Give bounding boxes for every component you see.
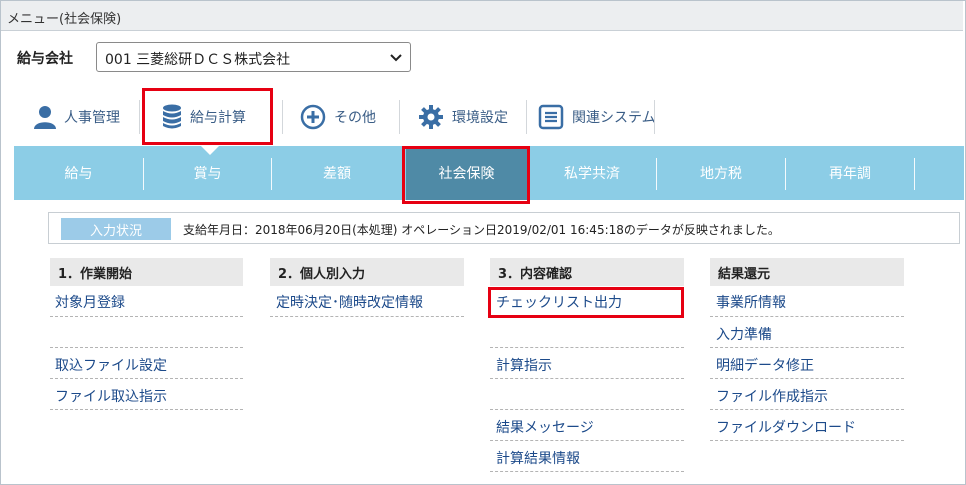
tab-label: 再年調 — [829, 166, 871, 182]
divider — [490, 471, 684, 472]
chevron-down-icon — [390, 54, 402, 62]
plus-circle-icon — [300, 104, 326, 130]
link-target-month-registration[interactable]: 対象月登録 — [55, 292, 125, 312]
tab-social-insurance[interactable]: 社会保険 — [406, 146, 527, 200]
tab-label: 社会保険 — [438, 166, 495, 182]
menu-item-label: 人事管理 — [64, 110, 120, 126]
window-title: メニュー(社会保険) — [7, 12, 122, 27]
divider — [50, 409, 243, 410]
status-message: 支給年月日：2018年06月20日(本処理) オペレーション日2019/02/0… — [183, 223, 780, 237]
menu-item-label: 給与計算 — [190, 110, 246, 126]
tab-local-tax[interactable]: 地方税 — [657, 146, 785, 200]
tab-private-school-mutual-aid[interactable]: 私学共済 — [528, 146, 656, 200]
menu-divider — [399, 100, 400, 134]
menu-pointer-notch — [201, 146, 219, 155]
tab-salary[interactable]: 給与 — [14, 146, 143, 200]
divider — [490, 409, 684, 410]
menu-divider — [282, 100, 283, 134]
divider — [50, 378, 243, 379]
status-badge: 入力状況 — [61, 218, 171, 240]
company-label: 給与会社 — [17, 51, 73, 67]
tab-label: 給与 — [64, 166, 93, 182]
divider — [270, 316, 464, 317]
link-calculation-result-info[interactable]: 計算結果情報 — [496, 448, 580, 468]
tab-label: 差額 — [323, 166, 351, 182]
tab-label: 賞与 — [193, 166, 222, 182]
column-header-content-check: 3．内容確認 — [490, 258, 684, 286]
link-file-import-instruction[interactable]: ファイル取込指示 — [55, 386, 167, 406]
divider — [50, 347, 243, 348]
column-header-work-start: 1．作業開始 — [50, 258, 243, 286]
divider — [710, 316, 904, 317]
divider — [50, 316, 243, 317]
link-calculation-instruction[interactable]: 計算指示 — [496, 355, 552, 375]
link-checklist-output[interactable]: チェックリスト出力 — [496, 292, 622, 312]
database-icon — [163, 104, 181, 129]
tab-label: 地方税 — [700, 166, 742, 182]
company-select-value: 001 三菱総研ＤＣＳ株式会社 — [105, 52, 291, 68]
tab-bar: 給与 賞与 差額 社会保険 私学共済 地方税 再年調 — [14, 146, 964, 200]
divider — [490, 347, 684, 348]
link-input-preparation[interactable]: 入力準備 — [716, 324, 772, 344]
menu-item-label: その他 — [334, 110, 376, 126]
tab-difference[interactable]: 差額 — [272, 146, 402, 200]
menu-item-settings[interactable]: 環境設定 — [418, 88, 508, 146]
menu-item-label: 関連システム — [572, 110, 656, 126]
link-result-message[interactable]: 結果メッセージ — [496, 417, 594, 437]
menu-item-other[interactable]: その他 — [300, 88, 376, 146]
divider — [710, 440, 904, 441]
menu-divider — [654, 100, 655, 134]
input-status-bar: 入力状況 支給年月日：2018年06月20日(本処理) オペレーション日2019… — [48, 212, 960, 244]
menu-divider — [139, 100, 140, 134]
column-header-result-return: 結果還元 — [710, 258, 904, 286]
link-detail-data-correction[interactable]: 明細データ修正 — [716, 355, 814, 375]
menu-item-payroll[interactable]: 給与計算 — [162, 88, 246, 146]
menu-item-hr[interactable]: 人事管理 — [34, 88, 120, 146]
link-regular-decision-info[interactable]: 定時決定･随時改定情報 — [276, 292, 423, 312]
link-office-info[interactable]: 事業所情報 — [716, 292, 786, 312]
link-file-download[interactable]: ファイルダウンロード — [716, 417, 856, 437]
column-header-individual-input: 2．個人別入力 — [270, 258, 464, 286]
tab-year-end-readjustment[interactable]: 再年調 — [786, 146, 914, 200]
divider — [490, 440, 684, 441]
menu-item-label: 環境設定 — [452, 110, 508, 126]
top-menu: 人事管理 給与計算 その他 環境設定 関連システム — [14, 88, 664, 146]
tab-divider — [914, 158, 915, 190]
menu-item-related-systems[interactable]: 関連システム — [538, 88, 656, 146]
window-titlebar: メニュー(社会保険) — [1, 1, 963, 31]
tab-label: 私学共済 — [564, 166, 620, 182]
divider — [710, 347, 904, 348]
link-file-creation-instruction[interactable]: ファイル作成指示 — [716, 386, 828, 406]
divider — [710, 378, 904, 379]
person-icon — [34, 106, 56, 129]
gear-icon — [419, 105, 443, 129]
menu-divider — [526, 100, 527, 134]
divider — [710, 409, 904, 410]
divider — [490, 378, 684, 379]
list-icon — [538, 104, 564, 130]
link-import-file-settings[interactable]: 取込ファイル設定 — [55, 355, 167, 375]
company-select[interactable]: 001 三菱総研ＤＣＳ株式会社 — [96, 42, 411, 72]
